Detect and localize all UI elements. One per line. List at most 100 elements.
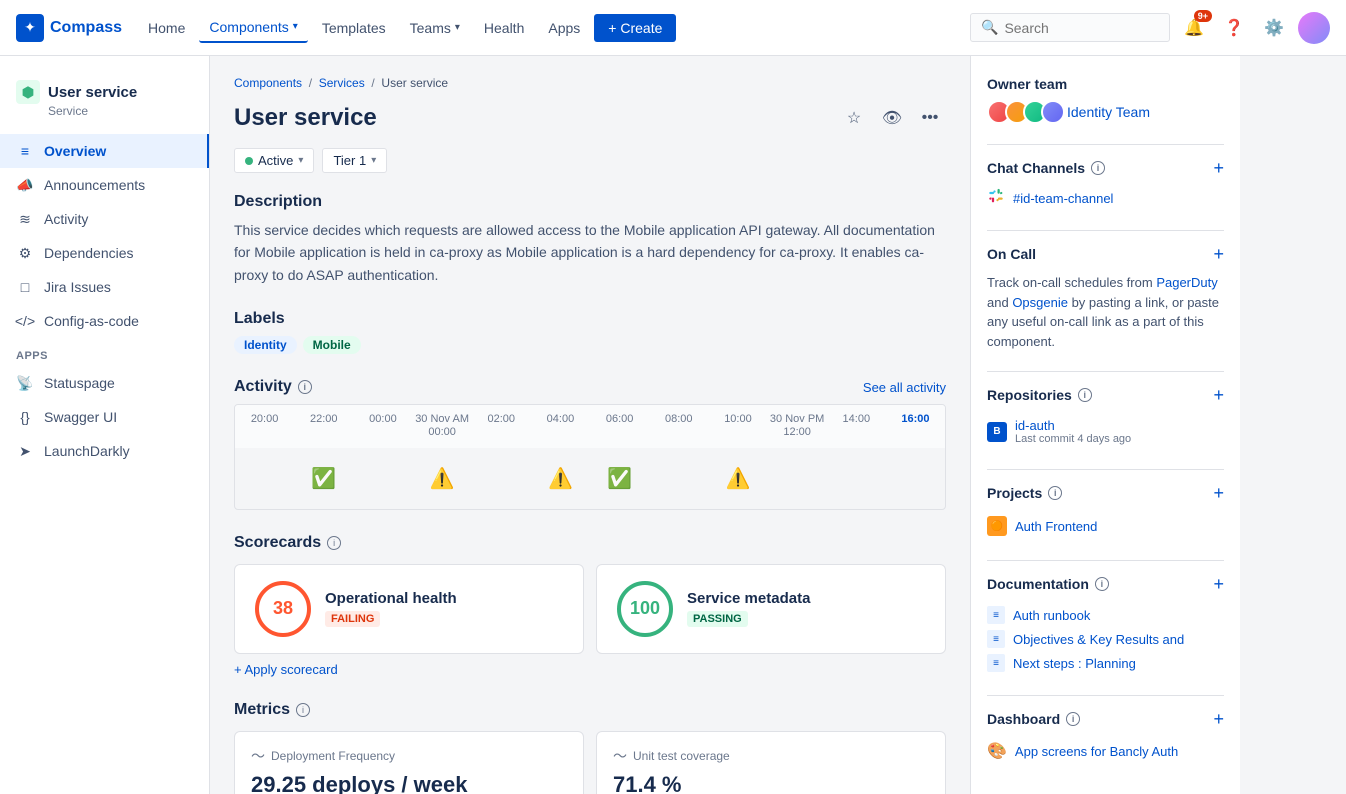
event-red-2: ⚠️ <box>548 466 573 491</box>
sidebar-service-info: ⬢ User service Service <box>0 72 209 134</box>
on-call-text: Track on-call schedules from PagerDuty a… <box>987 273 1224 351</box>
active-status-badge[interactable]: Active ▾ <box>234 148 314 173</box>
metric-test-label: 〜 Unit test coverage <box>613 746 929 766</box>
doc-name-1[interactable]: Auth runbook <box>1013 608 1090 623</box>
chat-channels-info-icon[interactable]: i <box>1091 161 1105 175</box>
more-options-button[interactable]: ••• <box>914 102 946 134</box>
sidebar-item-jira-issues[interactable]: □ Jira Issues <box>0 270 209 304</box>
nav-components[interactable]: Components ▾ <box>199 13 307 43</box>
sidebar-item-dependencies[interactable]: ⚙ Dependencies <box>0 236 209 270</box>
doc-name-3[interactable]: Next steps : Planning <box>1013 656 1136 671</box>
activity-info-icon[interactable]: i <box>298 380 312 394</box>
dashboard-info-icon[interactable]: i <box>1066 712 1080 726</box>
see-all-activity-button[interactable]: See all activity <box>863 380 946 395</box>
doc-item-3: ≡ Next steps : Planning <box>987 651 1224 675</box>
scorecards-section: Scorecards i 38 Operational health FAILI… <box>234 534 946 677</box>
score-circle-fail: 38 <box>255 581 311 637</box>
owner-team-title: Owner team <box>987 76 1224 92</box>
channel-name[interactable]: #id-team-channel <box>1013 191 1113 206</box>
metrics-info-icon[interactable]: i <box>296 703 310 717</box>
add-doc-button[interactable]: + <box>1213 575 1224 593</box>
sidebar-item-announcements[interactable]: 📣 Announcements <box>0 168 209 202</box>
pagerduty-link[interactable]: PagerDuty <box>1156 275 1217 290</box>
add-channel-button[interactable]: + <box>1213 159 1224 177</box>
logo[interactable]: Compass <box>16 14 122 42</box>
content-area: Components / Services / User service Use… <box>210 56 1346 794</box>
divider-5 <box>987 560 1224 561</box>
breadcrumb-services[interactable]: Services <box>319 76 365 90</box>
documentation-info-icon[interactable]: i <box>1095 577 1109 591</box>
sidebar-item-overview[interactable]: ≡ Overview <box>0 134 209 168</box>
tier-label: Tier 1 <box>333 153 366 168</box>
doc-name-2[interactable]: Objectives & Key Results and <box>1013 632 1184 647</box>
search-icon: 🔍 <box>981 19 998 36</box>
search-box[interactable]: 🔍 <box>970 13 1170 42</box>
dashboard-name[interactable]: App screens for Bancly Auth <box>1015 744 1178 759</box>
repo-item: B id-auth Last commit 4 days ago <box>987 414 1224 449</box>
event-cell-10 <box>768 461 827 497</box>
breadcrumb-user-service: User service <box>381 76 448 90</box>
scorecard-operational-health: 38 Operational health FAILING <box>234 564 584 654</box>
add-project-button[interactable]: + <box>1213 484 1224 502</box>
nav-health[interactable]: Health <box>474 14 534 42</box>
add-dashboard-button[interactable]: + <box>1213 710 1224 728</box>
label-mobile[interactable]: Mobile <box>303 336 361 354</box>
doc-icon-3: ≡ <box>987 654 1005 672</box>
repo-name[interactable]: id-auth <box>1015 418 1131 433</box>
activity-section: Activity i See all activity 20:00 22:00 … <box>234 378 946 509</box>
help-button[interactable]: ❓ <box>1218 12 1250 44</box>
event-cell-6[interactable]: ⚠️ <box>531 461 590 497</box>
event-cell-7[interactable]: ✅ <box>590 461 649 497</box>
breadcrumb-components[interactable]: Components <box>234 76 302 90</box>
repositories-info-icon[interactable]: i <box>1078 388 1092 402</box>
sidebar-item-launchdarkly[interactable]: ➤ LaunchDarkly <box>0 434 209 468</box>
projects-info-icon[interactable]: i <box>1048 486 1062 500</box>
divider-6 <box>987 695 1224 696</box>
create-button[interactable]: + Create <box>594 14 676 42</box>
status-dot <box>245 157 253 165</box>
opsgenie-link[interactable]: Opsgenie <box>1012 295 1068 310</box>
swagger-icon: {} <box>16 408 34 426</box>
right-panel: Owner team Identity Team Ch <box>970 56 1240 794</box>
time-1600: 16:00 <box>886 413 945 439</box>
nav-templates[interactable]: Templates <box>312 14 396 42</box>
active-label: Active <box>258 153 293 168</box>
star-button[interactable]: ☆ <box>838 102 870 134</box>
sidebar-item-config-as-code[interactable]: </> Config-as-code <box>0 304 209 338</box>
event-green-1: ✅ <box>311 466 336 491</box>
page-title-row: User service ☆ 👁 ••• <box>234 102 946 134</box>
event-cell-2[interactable]: ✅ <box>294 461 353 497</box>
project-name[interactable]: Auth Frontend <box>1015 519 1097 534</box>
metric-test-value: 71.4 % <box>613 772 929 794</box>
time-1400: 14:00 <box>827 413 886 439</box>
divider-2 <box>987 230 1224 231</box>
user-avatar[interactable] <box>1298 12 1330 44</box>
search-input[interactable] <box>1004 20 1159 36</box>
watch-button[interactable]: 👁 <box>876 102 908 134</box>
sidebar-item-activity[interactable]: ≋ Activity <box>0 202 209 236</box>
settings-button[interactable]: ⚙️ <box>1258 12 1290 44</box>
team-name[interactable]: Identity Team <box>1067 104 1150 120</box>
sidebar-item-swagger-ui[interactable]: {} Swagger UI <box>0 400 209 434</box>
labels-section: Labels Identity Mobile <box>234 310 946 354</box>
jira-icon: □ <box>16 278 34 296</box>
apply-scorecard-button[interactable]: + Apply scorecard <box>234 662 338 677</box>
nav-home[interactable]: Home <box>138 14 195 42</box>
dashboard-icon: 🎨 <box>987 741 1007 761</box>
nav-teams[interactable]: Teams ▾ <box>400 14 470 42</box>
activity-header: Activity i See all activity <box>234 378 946 396</box>
dashboard-header: Dashboard i + <box>987 710 1224 728</box>
add-repo-button[interactable]: + <box>1213 386 1224 404</box>
event-cell-9[interactable]: ⚠️ <box>708 461 767 497</box>
statuspage-icon: 📡 <box>16 374 34 392</box>
activity-title: Activity i <box>234 378 312 396</box>
tier-badge[interactable]: Tier 1 ▾ <box>322 148 387 173</box>
scorecards-info-icon[interactable]: i <box>327 536 341 550</box>
divider-3 <box>987 371 1224 372</box>
sidebar-item-statuspage[interactable]: 📡 Statuspage <box>0 366 209 400</box>
add-on-call-button[interactable]: + <box>1213 245 1224 263</box>
nav-apps[interactable]: Apps <box>538 14 590 42</box>
notifications-button[interactable]: 🔔 9+ <box>1178 12 1210 44</box>
event-cell-4[interactable]: ⚠️ <box>413 461 472 497</box>
label-identity[interactable]: Identity <box>234 336 297 354</box>
